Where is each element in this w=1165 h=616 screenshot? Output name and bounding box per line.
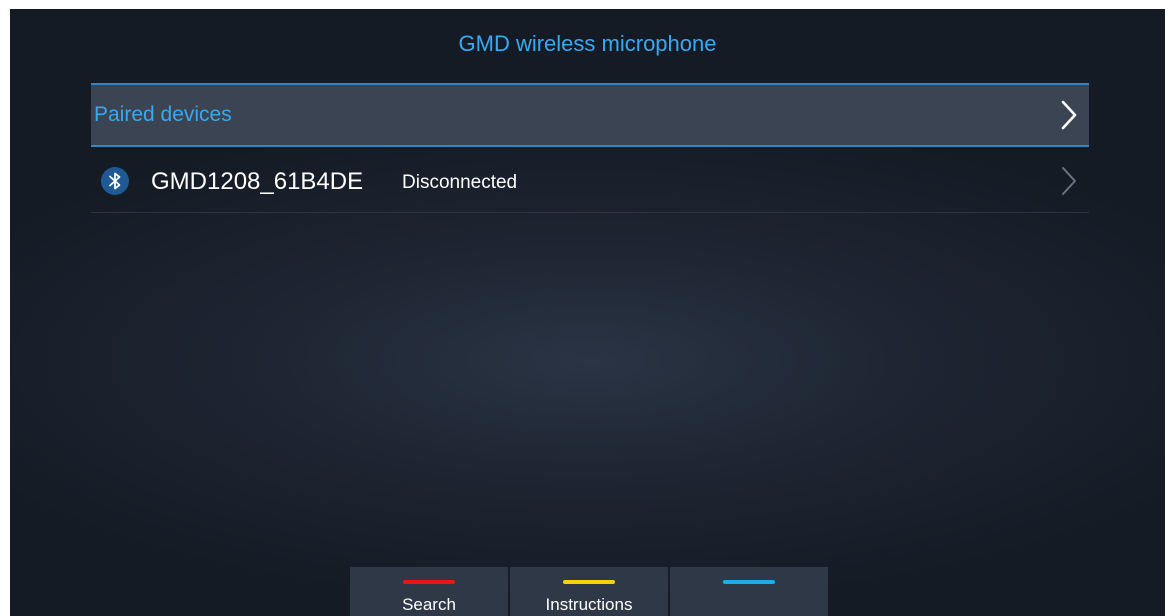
softkey-bar: Search Instructions xyxy=(350,567,828,616)
yellow-key-indicator xyxy=(563,580,615,584)
instructions-softkey-label: Instructions xyxy=(545,595,633,614)
screen: GMD wireless microphone Paired devices G… xyxy=(10,9,1165,616)
search-softkey[interactable]: Search xyxy=(350,567,508,616)
red-key-indicator xyxy=(403,580,455,584)
device-name: GMD1208_61B4DE xyxy=(151,168,364,195)
paired-devices-row[interactable]: Paired devices xyxy=(91,83,1089,147)
chevron-right-icon xyxy=(1061,100,1077,130)
bluetooth-icon xyxy=(101,167,129,195)
device-list-item[interactable]: GMD1208_61B4DE Disconnected xyxy=(91,149,1089,213)
instructions-softkey[interactable]: Instructions xyxy=(510,567,668,616)
blue-softkey[interactable] xyxy=(670,567,828,616)
chevron-right-icon xyxy=(1062,167,1076,195)
blue-key-indicator xyxy=(723,580,775,584)
paired-devices-label: Paired devices xyxy=(94,103,232,126)
device-status: Disconnected xyxy=(402,172,518,193)
page-title: GMD wireless microphone xyxy=(458,31,717,56)
search-softkey-label: Search xyxy=(402,595,456,614)
